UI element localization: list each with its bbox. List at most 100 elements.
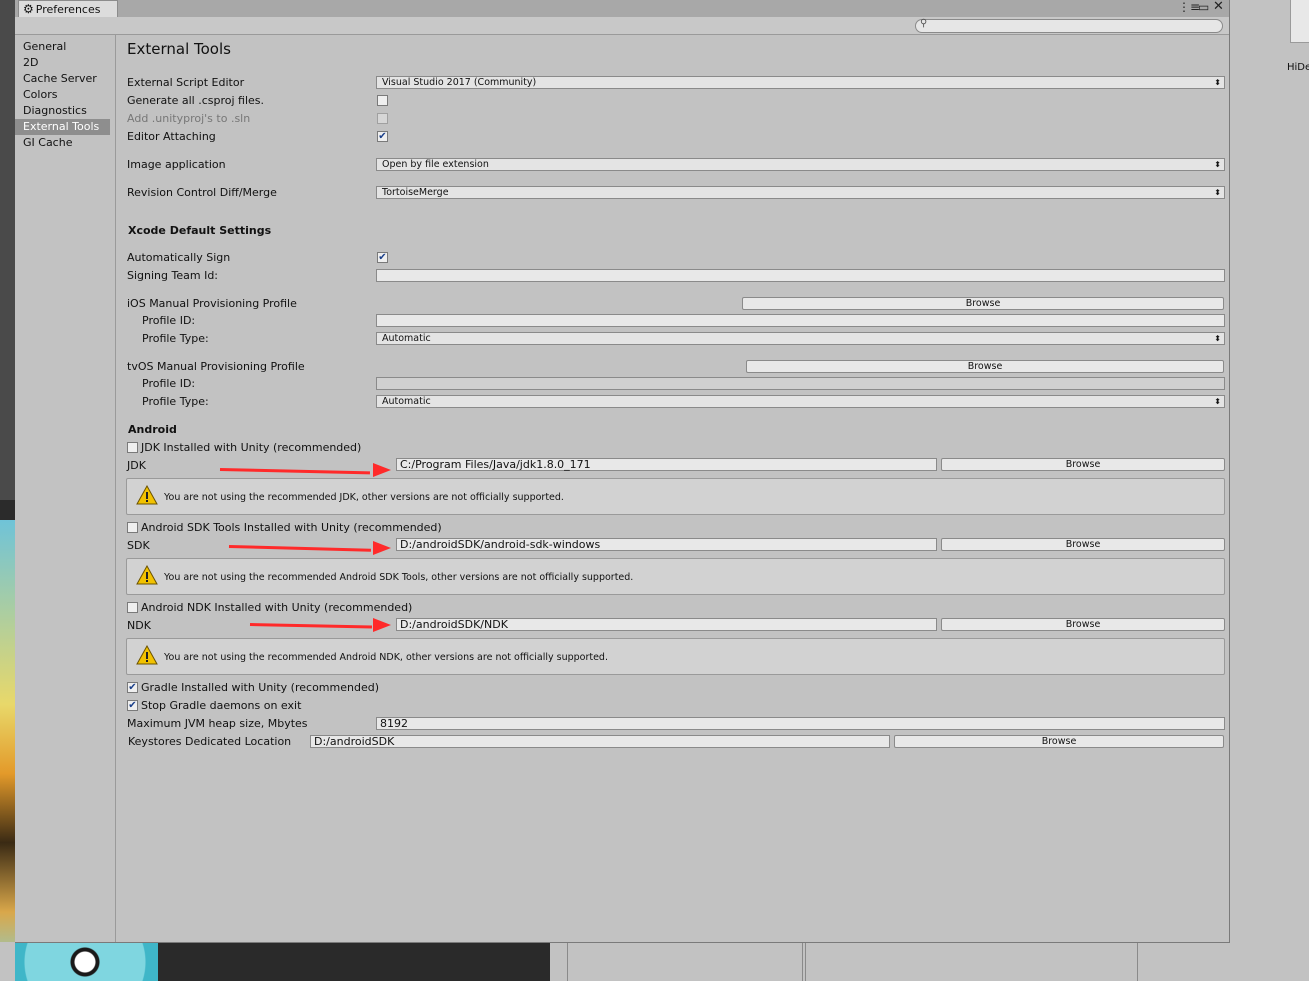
sidebar-item-gi-cache[interactable]: GI Cache [15,135,110,151]
auto-sign-checkbox[interactable]: ✔ [377,252,388,263]
add-unityproj-checkbox [377,113,388,124]
ios-browse-button[interactable]: Browse [742,297,1224,310]
editor-dark-panel [158,942,550,981]
sdk-browse-button[interactable]: Browse [941,538,1225,551]
ndk-installed-checkbox[interactable] [127,602,138,613]
ndk-browse-button[interactable]: Browse [941,618,1225,631]
gradle-installed-label: Gradle Installed with Unity (recommended… [141,681,379,694]
ndk-warning-text: You are not using the recommended Androi… [164,652,608,663]
dropdown-value: TortoiseMerge [382,187,449,198]
ndk-path-field[interactable]: D:/androidSDK/NDK [396,618,937,631]
ios-profile-type-label: Profile Type: [142,332,209,345]
panel-divider [805,942,806,981]
sidebar-item-diagnostics[interactable]: Diagnostics [15,103,110,119]
tab-title: Preferences [35,3,101,16]
tvos-profile-label: tvOS Manual Provisioning Profile [127,360,305,373]
inspector-background [1229,0,1309,981]
checkmark-icon: ✔ [378,131,387,142]
gear-icon: ⚙ [23,2,34,16]
search-icon: ⚲ [920,18,928,29]
maximize-icon[interactable]: ▭ [1198,0,1209,14]
chevron-updown-icon: ⬍ [1214,78,1221,87]
sidebar-item-external-tools[interactable]: External Tools [15,119,110,135]
annotation-arrow [249,623,373,629]
game-art-bottom [15,942,160,981]
warning-icon [136,485,158,505]
warning-icon [136,565,158,585]
ios-profile-label: iOS Manual Provisioning Profile [127,297,297,310]
external-script-editor-label: External Script Editor [127,76,245,89]
panel-divider [802,942,803,981]
chevron-updown-icon: ⬍ [1214,188,1221,197]
ndk-warning-box: You are not using the recommended Androi… [126,638,1225,675]
jdk-warning-box: You are not using the recommended JDK, o… [126,478,1225,515]
panel-divider [1137,942,1138,981]
chevron-updown-icon: ⬍ [1214,397,1221,406]
checkmark-icon: ✔ [128,700,137,711]
sidebar-item-2d[interactable]: 2D [15,55,110,71]
search-input[interactable]: ⚲ [915,18,1223,33]
stop-gradle-checkbox[interactable]: ✔ [127,700,138,711]
sdk-installed-checkbox[interactable] [127,522,138,533]
sdk-warning-text: You are not using the recommended Androi… [164,572,634,583]
title-bar [15,0,1229,17]
sidebar-item-colors[interactable]: Colors [15,87,110,103]
gradle-installed-checkbox[interactable]: ✔ [127,682,138,693]
annotation-arrow [219,468,370,475]
revision-control-dropdown[interactable]: TortoiseMerge ⬍ [376,186,1225,199]
ios-profile-type-dropdown[interactable]: Automatic ⬍ [376,332,1225,345]
xcode-heading: Xcode Default Settings [128,224,272,237]
jdk-installed-checkbox[interactable] [127,442,138,453]
jdk-path-field[interactable]: C:/Program Files/Java/jdk1.8.0_171 [396,458,937,471]
annotation-arrowhead [373,541,391,555]
panel-divider [567,942,568,981]
game-art-preview [0,520,15,981]
jdk-installed-label: JDK Installed with Unity (recommended) [141,441,362,454]
jvm-heap-label: Maximum JVM heap size, Mbytes [127,717,308,730]
external-script-editor-dropdown[interactable]: Visual Studio 2017 (Community) ⬍ [376,76,1225,89]
revision-control-label: Revision Control Diff/Merge [127,186,277,199]
tvos-profile-type-label: Profile Type: [142,395,209,408]
menu-icon[interactable]: ⋮≡ [1178,0,1200,14]
ndk-installed-label: Android NDK Installed with Unity (recomm… [141,601,413,614]
checkmark-icon: ✔ [378,252,387,263]
auto-sign-label: Automatically Sign [127,251,231,264]
tvos-profile-type-dropdown[interactable]: Automatic ⬍ [376,395,1225,408]
keystores-field[interactable]: D:/androidSDK [310,735,890,748]
keystores-browse-button[interactable]: Browse [894,735,1224,748]
annotation-arrowhead [373,618,391,632]
signing-team-field[interactable] [376,269,1225,282]
editor-background [0,0,15,500]
close-icon[interactable]: ✕ [1213,0,1224,14]
jdk-label: JDK [127,459,146,472]
ndk-label: NDK [127,619,151,632]
background-label: HiDe [1287,62,1309,73]
tvos-profile-id-field[interactable] [376,377,1225,390]
dropdown-value: Open by file extension [382,159,489,170]
generate-csproj-checkbox[interactable] [377,95,388,106]
sidebar-item-general[interactable]: General [15,39,110,55]
tvos-profile-id-label: Profile ID: [142,377,196,390]
android-heading: Android [128,423,177,436]
sdk-warning-box: You are not using the recommended Androi… [126,558,1225,595]
puzzle-icon [1290,0,1309,43]
tvos-browse-button[interactable]: Browse [746,360,1224,373]
jdk-browse-button[interactable]: Browse [941,458,1225,471]
image-application-dropdown[interactable]: Open by file extension ⬍ [376,158,1225,171]
sidebar-item-cache-server[interactable]: Cache Server [15,71,110,87]
ios-profile-id-field[interactable] [376,314,1225,327]
annotation-arrowhead [373,463,391,477]
dropdown-value: Automatic [382,333,431,344]
editor-attaching-checkbox[interactable]: ✔ [377,131,388,142]
stop-gradle-label: Stop Gradle daemons on exit [141,699,302,712]
preferences-tab[interactable]: ⚙ Preferences [18,0,118,17]
sdk-path-field[interactable]: D:/androidSDK/android-sdk-windows [396,538,937,551]
preferences-content: External Tools External Script Editor Vi… [116,35,1229,942]
ios-profile-id-label: Profile ID: [142,314,196,327]
add-unityproj-label: Add .unityproj's to .sln [127,112,251,125]
jvm-heap-field[interactable]: 8192 [376,717,1225,730]
preferences-window: ⚙ Preferences ⋮≡ ▭ ✕ ⚲ General 2D Cache S… [15,0,1230,943]
generate-csproj-label: Generate all .csproj files. [127,94,265,107]
chevron-updown-icon: ⬍ [1214,160,1221,169]
sidebar: General 2D Cache Server Colors Diagnosti… [15,35,116,942]
